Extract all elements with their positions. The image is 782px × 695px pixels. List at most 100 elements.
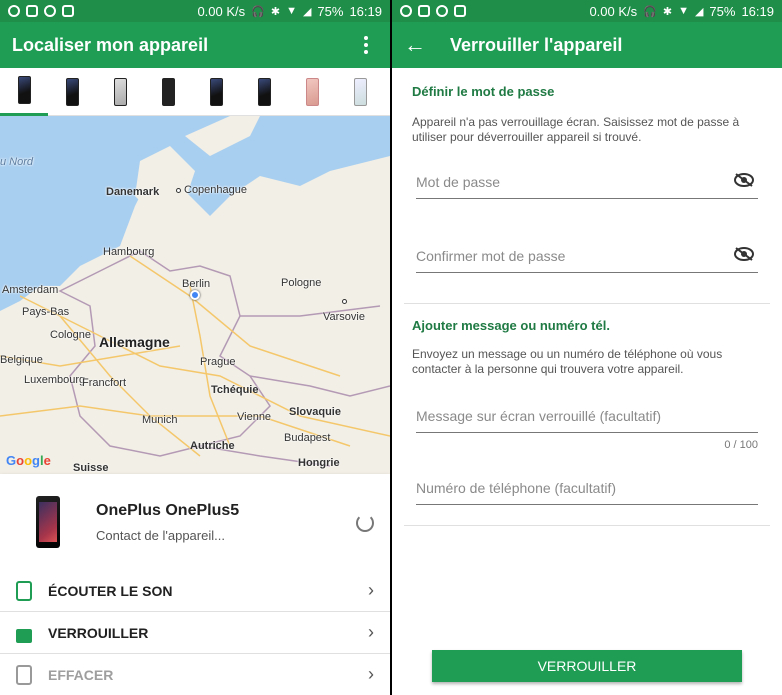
phone-ring-icon xyxy=(16,580,32,601)
headphones-icon: 🎧 xyxy=(251,5,265,18)
device-tab[interactable] xyxy=(336,68,384,116)
lock-device-button[interactable]: VERROUILLER xyxy=(432,650,742,682)
spotify-icon xyxy=(400,5,412,17)
map-label-autriche: Autriche xyxy=(190,440,235,452)
action-label: VERROUILLER xyxy=(48,624,149,641)
erase-action[interactable]: EFFACER › xyxy=(0,654,390,695)
password-section-title: Définir le mot de passe xyxy=(412,84,555,99)
map-label-vienne: Vienne xyxy=(237,411,272,423)
left-screen: 0.00 K/s 🎧 ✱ ▼ ◢ 75% 16:19 Localiser mon… xyxy=(0,0,390,695)
signal-icon: ◢ xyxy=(694,5,704,18)
google-logo: Google xyxy=(6,453,51,468)
erase-icon xyxy=(16,664,32,685)
map-label-munich: Munich xyxy=(142,414,178,426)
status-bar: 0.00 K/s 🎧 ✱ ▼ ◢ 75% 16:19 xyxy=(0,0,390,22)
map-label-varsovie: Varsovie xyxy=(323,311,365,323)
map-label-tchequie: Tchéquie xyxy=(211,384,259,396)
password-field[interactable] xyxy=(416,165,758,199)
chevron-right-icon: › xyxy=(368,622,374,642)
right-screen: 0.00 K/s 🎧 ✱ ▼ ◢ 75% 16:19 ← Verrouiller… xyxy=(392,0,782,695)
confirm-password-field[interactable] xyxy=(416,239,758,273)
device-tab[interactable] xyxy=(192,68,240,116)
app-icon xyxy=(436,5,448,17)
device-tab-oneplus5[interactable] xyxy=(0,68,48,116)
action-label: EFFACER xyxy=(48,666,114,683)
app-bar: ← Verrouiller l'appareil xyxy=(392,22,782,68)
lock-message-field[interactable] xyxy=(416,399,758,433)
device-tab[interactable] xyxy=(288,68,336,116)
message-section-title: Ajouter message ou numéro tél. xyxy=(412,318,610,333)
map-label-slovaquie: Slovaquie xyxy=(289,406,341,418)
chevron-right-icon: › xyxy=(368,580,374,600)
wifi-icon: ▼ xyxy=(678,5,689,17)
password-input[interactable] xyxy=(416,165,758,198)
map-label-cologne: Cologne xyxy=(50,329,91,341)
play-sound-action[interactable]: ÉCOUTER LE SON › xyxy=(0,570,390,612)
battery-level: 75% xyxy=(709,3,736,19)
clock: 16:19 xyxy=(349,3,382,19)
map-label-hambourg: Hambourg xyxy=(103,246,155,258)
divider xyxy=(404,525,770,526)
network-speed: 0.00 K/s xyxy=(589,3,638,19)
map-view[interactable]: u Nord Danemark Copenhague Hambourg Berl… xyxy=(0,116,390,474)
map-label-francfort: Francfort xyxy=(82,377,127,389)
map-label-luxembourg: Luxembourg xyxy=(24,374,86,386)
character-counter: 0 / 100 xyxy=(724,439,758,451)
action-list: ÉCOUTER LE SON › VERROUILLER › EFFACER › xyxy=(0,570,390,695)
device-tab[interactable] xyxy=(240,68,288,116)
app-icon xyxy=(26,5,38,17)
device-card: OnePlus OnePlus5 Contact de l'appareil..… xyxy=(0,474,390,570)
headphones-icon: 🎧 xyxy=(643,5,657,18)
map-label-sea: u Nord xyxy=(0,156,34,168)
map-label-prague: Prague xyxy=(200,356,236,368)
bluetooth-icon: ✱ xyxy=(270,5,281,18)
map-label-suisse: Suisse xyxy=(73,462,109,474)
status-bar: 0.00 K/s 🎧 ✱ ▼ ◢ 75% 16:19 xyxy=(392,0,782,22)
map-label-copenhague: Copenhague xyxy=(184,184,248,196)
device-status: Contact de l'appareil... xyxy=(96,527,225,543)
visibility-off-icon[interactable] xyxy=(734,173,754,187)
clock: 16:19 xyxy=(741,3,774,19)
confirm-password-input[interactable] xyxy=(416,239,758,272)
wifi-icon: ▼ xyxy=(286,5,297,17)
battery-level: 75% xyxy=(317,3,344,19)
map-label-berlin: Berlin xyxy=(182,278,211,290)
page-title: Localiser mon appareil xyxy=(12,34,209,55)
page-title: Verrouiller l'appareil xyxy=(450,34,623,55)
action-label: ÉCOUTER LE SON xyxy=(48,582,173,599)
device-location-marker[interactable] xyxy=(190,290,200,300)
map-label-budapest: Budapest xyxy=(284,432,331,444)
map-label-amsterdam: Amsterdam xyxy=(2,284,59,296)
device-tab[interactable] xyxy=(48,68,96,116)
map-label-pays-bas: Pays-Bas xyxy=(22,306,70,318)
map-label-danemark: Danemark xyxy=(106,186,160,198)
phone-number-field[interactable] xyxy=(416,471,758,505)
message-section-desc: Envoyez un message ou un numéro de télép… xyxy=(412,347,723,376)
network-speed: 0.00 K/s xyxy=(197,3,246,19)
app-icon xyxy=(454,5,466,17)
visibility-off-icon[interactable] xyxy=(734,247,754,261)
device-tab[interactable] xyxy=(144,68,192,116)
lock-message-input[interactable] xyxy=(416,399,758,432)
back-arrow-icon[interactable]: ← xyxy=(404,32,434,58)
signal-icon: ◢ xyxy=(302,5,312,18)
divider xyxy=(404,303,770,304)
map-label-pologne: Pologne xyxy=(281,277,322,289)
device-name: OnePlus OnePlus5 xyxy=(96,501,240,519)
device-selector xyxy=(0,68,390,116)
password-section-desc: Appareil n'a pas verrouillage écran. Sai… xyxy=(412,115,740,144)
device-tab[interactable] xyxy=(96,68,144,116)
lock-action[interactable]: VERROUILLER › xyxy=(0,612,390,654)
map-label-allemagne: Allemagne xyxy=(99,334,170,350)
phone-number-input[interactable] xyxy=(416,471,758,504)
spotify-icon xyxy=(8,5,20,17)
bluetooth-icon: ✱ xyxy=(662,5,673,18)
notification-icons xyxy=(8,5,74,17)
more-options-icon[interactable] xyxy=(354,33,378,57)
device-image xyxy=(36,496,60,548)
app-icon xyxy=(44,5,56,17)
city-dot xyxy=(176,188,181,193)
chevron-right-icon: › xyxy=(368,664,374,684)
city-dot xyxy=(342,299,347,304)
loading-spinner-icon xyxy=(356,514,374,532)
